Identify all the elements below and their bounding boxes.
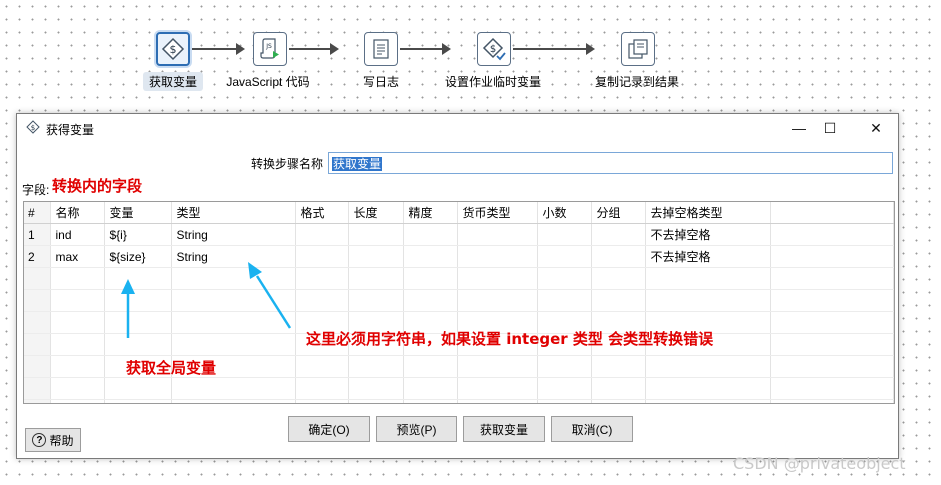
close-button[interactable]: ✕ <box>861 118 891 138</box>
table-cell[interactable] <box>537 223 592 246</box>
step-name-value: 获取变量 <box>332 157 383 171</box>
step-copy-rows[interactable] <box>621 32 655 66</box>
help-label: 帮助 <box>49 433 74 448</box>
table-cell[interactable]: ${i} <box>104 223 172 246</box>
step-write-log[interactable] <box>364 32 398 66</box>
table-cell[interactable]: max <box>50 245 105 268</box>
step-name-input[interactable]: 获取变量 <box>328 152 893 174</box>
dialog-titlebar[interactable]: $ 获得变量 — ☐ ✕ <box>17 114 898 142</box>
svg-text:JS: JS <box>265 43 272 50</box>
table-cell[interactable]: String <box>171 223 296 246</box>
column-header[interactable]: 精度 <box>403 202 458 224</box>
hop-arrow <box>192 43 245 55</box>
write-log-icon <box>373 39 389 59</box>
table-cell[interactable]: ${size} <box>104 245 172 268</box>
empty-row[interactable] <box>24 399 894 403</box>
empty-row[interactable] <box>24 289 894 312</box>
svg-text:$: $ <box>170 43 177 56</box>
column-header[interactable]: 分组 <box>591 202 646 224</box>
column-header[interactable]: 去掉空格类型 <box>645 202 771 224</box>
step-label[interactable]: 获取变量 <box>142 72 204 91</box>
get-variables-dialog: $ 获得变量 — ☐ ✕ 转换步骤名称 获取变量 字段: 转换内的字段 # 名称… <box>16 113 899 459</box>
table-cell[interactable]: String <box>171 245 296 268</box>
javascript-icon: JS <box>260 38 279 59</box>
table-cell[interactable] <box>403 223 458 246</box>
column-header[interactable]: 格式 <box>295 202 349 224</box>
get-variables-button[interactable]: 获取变量 <box>463 416 545 442</box>
help-button[interactable]: ? 帮助 <box>25 428 81 452</box>
table-row[interactable]: 1 ind ${i} String 不去掉空格 <box>24 223 894 246</box>
copy-rows-icon <box>628 39 648 59</box>
step-label[interactable]: JavaScript 代码 <box>226 73 309 90</box>
column-header[interactable]: 货币类型 <box>457 202 538 224</box>
fields-label: 字段: <box>22 183 50 197</box>
dialog-title: 获得变量 <box>46 123 95 137</box>
hop-arrow <box>400 43 451 55</box>
table-cell[interactable]: 不去掉空格 <box>645 223 771 246</box>
table-cell[interactable] <box>348 223 404 246</box>
step-javascript[interactable]: JS <box>253 32 287 66</box>
table-cell[interactable] <box>537 245 592 268</box>
step-get-variables[interactable]: $ <box>156 32 190 66</box>
table-cell[interactable] <box>348 245 404 268</box>
hop-arrow <box>289 43 339 55</box>
table-cell[interactable]: 1 <box>24 223 51 246</box>
step-label[interactable]: 写日志 <box>363 73 399 90</box>
table-cell <box>770 245 894 268</box>
column-header[interactable]: 长度 <box>348 202 404 224</box>
table-cell <box>770 223 894 246</box>
column-header <box>770 202 894 224</box>
get-variables-icon: $ <box>26 120 40 134</box>
table-cell[interactable] <box>457 245 538 268</box>
table-cell[interactable]: 2 <box>24 245 51 268</box>
type-note-annotation: 这里必须用字符串，如果设置 integer 类型 会类型转换错误 <box>306 330 714 348</box>
minimize-button[interactable]: — <box>784 118 814 138</box>
fields-annotation: 转换内的字段 <box>52 177 143 195</box>
table-cell[interactable] <box>457 223 538 246</box>
column-header[interactable]: 类型 <box>171 202 296 224</box>
step-label[interactable]: 设置作业临时变量 <box>445 73 541 90</box>
svg-text:$: $ <box>490 44 496 55</box>
table-cell[interactable] <box>591 245 646 268</box>
table-cell[interactable] <box>403 245 458 268</box>
table-cell[interactable] <box>295 245 349 268</box>
empty-row[interactable] <box>24 267 894 290</box>
step-label[interactable]: 复制记录到结果 <box>595 73 679 90</box>
hop-arrow <box>513 43 595 55</box>
table-cell[interactable] <box>591 223 646 246</box>
table-row[interactable]: 2 max ${size} String 不去掉空格 <box>24 245 894 268</box>
empty-row[interactable] <box>24 377 894 400</box>
table-cell[interactable] <box>295 223 349 246</box>
svg-text:$: $ <box>31 124 35 132</box>
column-header[interactable]: 名称 <box>50 202 105 224</box>
set-variables-icon: $ <box>482 37 506 61</box>
table-header-row: # 名称 变量 类型 格式 长度 精度 货币类型 小数 分组 去掉空格类型 <box>24 202 894 224</box>
table-cell[interactable]: ind <box>50 223 105 246</box>
step-name-label: 转换步骤名称 <box>251 157 324 171</box>
watermark: CSDN @privateobject <box>733 454 906 473</box>
step-set-variables[interactable]: $ <box>477 32 511 66</box>
get-variables-icon: $ <box>161 37 185 61</box>
ok-button[interactable]: 确定(O) <box>288 416 370 442</box>
preview-button[interactable]: 预览(P) <box>376 416 457 442</box>
cancel-button[interactable]: 取消(C) <box>551 416 633 442</box>
global-variable-annotation: 获取全局变量 <box>126 359 217 377</box>
maximize-button[interactable]: ☐ <box>815 118 845 138</box>
table-cell[interactable]: 不去掉空格 <box>645 245 771 268</box>
column-header[interactable]: 小数 <box>537 202 592 224</box>
help-icon: ? <box>32 433 47 447</box>
column-header[interactable]: 变量 <box>104 202 172 224</box>
column-header[interactable]: # <box>24 202 51 224</box>
